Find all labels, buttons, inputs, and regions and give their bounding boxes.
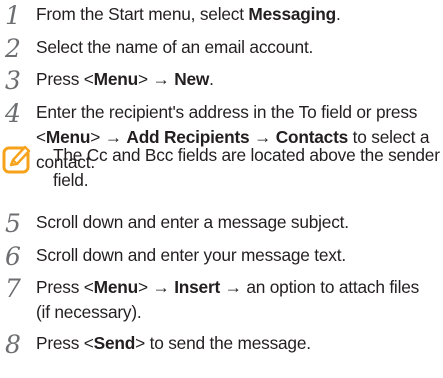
- step-text: Select the name of an email account.: [36, 35, 441, 60]
- text-run: Enter the recipient's address in the To …: [36, 102, 418, 122]
- bold-term: Send: [93, 333, 136, 353]
- step-number: 1: [5, 1, 21, 30]
- text-run: > →: [138, 69, 175, 89]
- step-number: 2: [5, 34, 21, 63]
- step-text: Press <Send> to send the message.: [36, 331, 441, 356]
- bold-term: Menu: [93, 69, 139, 89]
- step-line: (if necessary).: [36, 300, 441, 325]
- text-run: Press <: [36, 333, 94, 353]
- note-line: field.: [53, 170, 89, 190]
- step-number: 5: [5, 209, 21, 238]
- text-run: Select the name of an email account.: [36, 37, 314, 57]
- step-number: 4: [5, 99, 21, 128]
- step-number: 7: [5, 274, 21, 303]
- text-run: .: [209, 69, 214, 89]
- text-run: > to send the message.: [135, 333, 311, 353]
- note-pencil-icon: [2, 144, 32, 176]
- page: { "steps": [ { "number": "1", "lines": […: [0, 0, 443, 378]
- step-line: Press <Send> to send the message.: [36, 331, 441, 356]
- step-line: Press <Menu> → New.: [36, 67, 441, 92]
- text-run: (if necessary).: [36, 302, 142, 322]
- bold-term: Insert: [174, 277, 221, 297]
- step-text: Press <Menu> → New.: [36, 67, 441, 92]
- step-text: Press <Menu> → Insert → an option to att…: [36, 275, 441, 325]
- bold-term: Menu: [93, 277, 139, 297]
- text-run: → an option to attach files: [220, 277, 420, 297]
- step-number: 6: [5, 242, 21, 271]
- text-run: Press <: [36, 277, 94, 297]
- text-run: > →: [138, 277, 175, 297]
- step-line: Scroll down and enter a message subject.: [36, 210, 441, 235]
- step-line: Press <Menu> → Insert → an option to att…: [36, 275, 441, 300]
- step-text: Scroll down and enter your message text.: [36, 243, 441, 268]
- text-run: .: [335, 4, 341, 24]
- note-line: The Cc and Bcc fields are located above …: [53, 145, 440, 165]
- step-text: Scroll down and enter a message subject.: [36, 210, 441, 235]
- text-run: From the Start menu, select: [36, 4, 249, 24]
- note-text: The Cc and Bcc fields are located above …: [53, 143, 443, 193]
- text-run: Press <: [36, 69, 94, 89]
- bold-term: New: [174, 69, 210, 89]
- bold-term: Messaging: [248, 4, 336, 24]
- step-number: 3: [5, 66, 21, 95]
- text-run: Scroll down and enter your message text.: [36, 245, 346, 265]
- step-line: From the Start menu, select Messaging.: [36, 2, 441, 27]
- step-line: Select the name of an email account.: [36, 35, 441, 60]
- step-number: 8: [5, 330, 21, 359]
- step-line: Enter the recipient's address in the To …: [36, 100, 441, 125]
- step-line: Scroll down and enter your message text.: [36, 243, 441, 268]
- text-run: <: [36, 127, 46, 147]
- step-text: From the Start menu, select Messaging.: [36, 2, 441, 27]
- text-run: Scroll down and enter a message subject.: [36, 212, 349, 232]
